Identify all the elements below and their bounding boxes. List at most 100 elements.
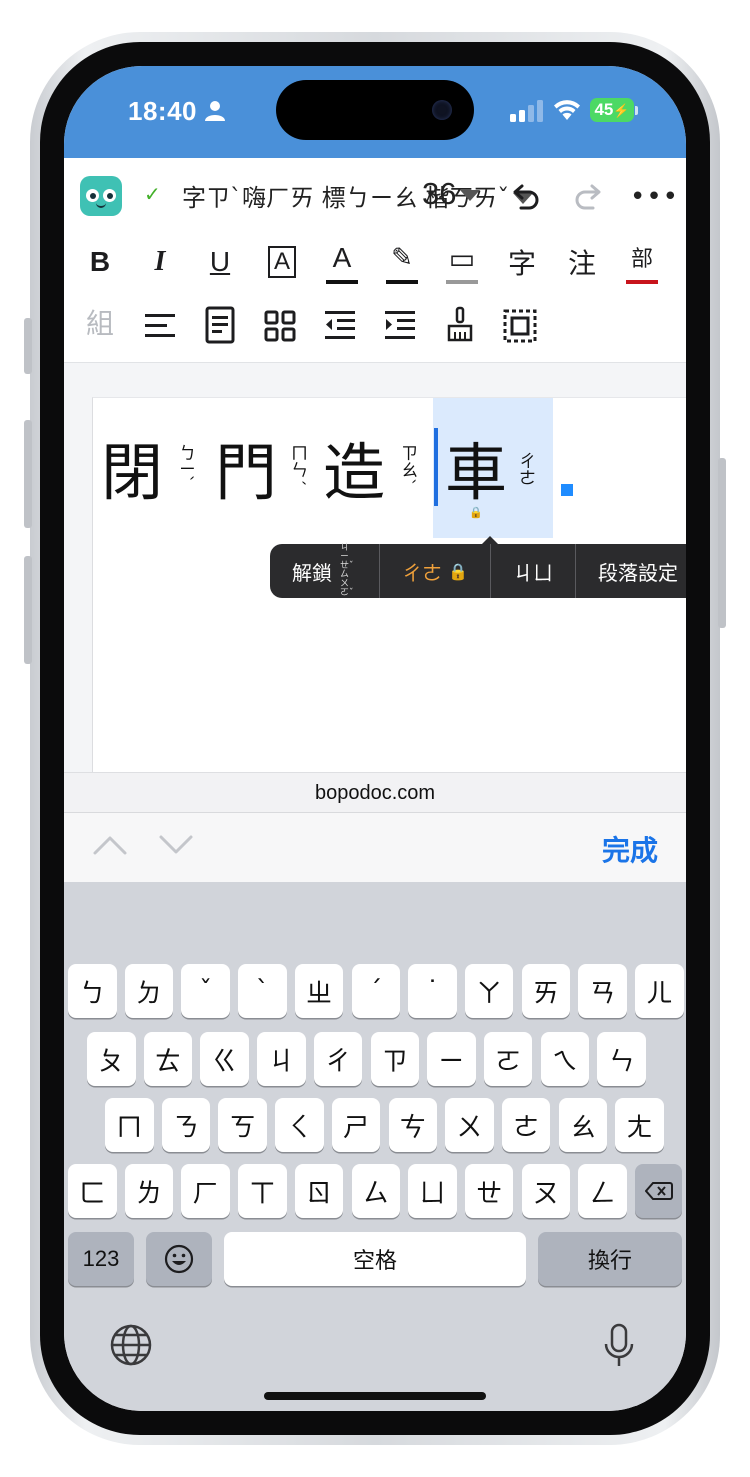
key[interactable]: ˋ [238,964,287,1018]
key[interactable]: ㄔ [313,1032,363,1086]
microphone-icon[interactable] [602,1322,636,1370]
key[interactable]: ㄦ [635,964,684,1018]
font-color-button[interactable]: A [320,238,364,286]
outdent-icon[interactable] [320,306,360,346]
more-icon[interactable]: ••• [630,182,679,212]
key[interactable]: ㄟ [540,1032,590,1086]
underline-button[interactable]: U [198,238,242,286]
key[interactable]: ㄋ [161,1098,211,1152]
doc-zhuyin: ㄅㄧˋ [175,444,195,484]
clear-format-brush-icon[interactable] [440,304,480,346]
globe-icon[interactable] [108,1322,154,1368]
chevron-down-icon[interactable] [158,829,194,859]
indent-icon[interactable] [380,306,420,346]
return-key[interactable]: 換行 [538,1232,682,1286]
key[interactable]: ㄖ [294,1164,344,1218]
doc-char[interactable]: 門 [215,422,277,512]
highlight-button[interactable]: ✎ [380,238,424,286]
app-toolbar: ✓ 字ㄗˋ嗨ㄏㄞ 標ㄅㄧㄠ 楷ㄎㄞˇ 36 ••• [64,158,686,240]
doc-char[interactable]: 造 [323,422,385,512]
chevron-down-icon [460,190,481,202]
key[interactable]: ㄓ [294,964,344,1018]
align-left-icon[interactable] [140,306,180,346]
key[interactable]: ㄎ [218,1098,267,1152]
unlock-menu-item[interactable]: 解鎖 ㄐㄧㄝˇ ㄙㄨㄛˇ [270,544,381,598]
key[interactable]: ㄩ [408,1164,457,1218]
group-button[interactable]: 組 [78,298,122,346]
text-box-button[interactable]: A [260,238,304,286]
done-button[interactable]: 完成 [602,829,658,869]
doc-char[interactable]: 閉 [101,422,163,512]
selection-handle[interactable] [561,484,573,496]
locked-reading-menu-item[interactable]: ㄔㄜ 🔒 [380,544,491,598]
emoji-key[interactable] [146,1232,212,1286]
key[interactable]: ㄜ [501,1098,551,1152]
bold-button[interactable]: B [78,238,122,286]
key[interactable]: ㄠ [558,1098,608,1152]
key[interactable]: ㄑ [275,1098,324,1152]
key[interactable]: ˙ [408,964,457,1018]
key[interactable]: ㄇ [105,1098,154,1152]
key[interactable]: ㄚ [464,964,514,1018]
numbers-key[interactable]: 123 [68,1232,134,1286]
key[interactable]: ㄏ [181,1164,230,1218]
key[interactable]: ㄥ [578,1164,627,1218]
select-all-icon[interactable] [500,306,540,346]
key[interactable]: ㄞ [521,964,571,1018]
camera-icon [432,100,452,120]
character-button[interactable]: 字 [500,238,544,286]
key[interactable]: ㄊ [143,1032,193,1086]
key[interactable]: ㄅ [68,964,117,1018]
app-logo-icon[interactable] [80,176,122,216]
home-indicator [264,1392,486,1400]
alt-reading-menu-item[interactable]: ㄐㄩ [491,544,576,598]
zhuyin-keyboard: ㄅㄉ ˇ ˋ ㄓ ˊ ˙ ㄚㄞㄢㄦㄆㄊㄍㄐㄔㄗㄧㄛㄟㄣㄇㄋㄎㄑㄕㄘㄨㄜㄠㄤㄈㄌㄏㄒㄖㄙㄩㄝㄡ… [64,882,686,1411]
radical-button[interactable]: 部 [620,238,664,286]
undo-icon[interactable] [512,182,542,212]
key[interactable]: ˇ [181,964,230,1018]
grid-icon[interactable] [260,306,300,346]
person-icon [205,101,225,121]
font-size-select[interactable]: 36 [422,176,481,212]
volume-up-button [24,420,32,528]
key[interactable]: ㄣ [597,1032,646,1086]
key[interactable]: ㄘ [388,1098,437,1152]
key[interactable]: ㄈ [68,1164,117,1218]
key[interactable]: ㄍ [200,1032,249,1086]
key[interactable]: ㄤ [615,1098,664,1152]
key[interactable]: ㄡ [521,1164,571,1218]
phonetic-button[interactable]: 注 [560,238,604,286]
key[interactable]: ㄢ [578,964,627,1018]
key[interactable]: ㄝ [464,1164,514,1218]
chevron-up-icon[interactable] [92,829,128,859]
character-label: 字 [507,247,536,280]
font-size-value: 36 [422,176,457,211]
key[interactable]: ㄗ [370,1032,419,1086]
key[interactable]: ㄉ [124,964,174,1018]
battery-indicator: 45⚡ [590,98,634,122]
key[interactable]: ㄐ [257,1032,306,1086]
doc-char-selected[interactable]: 車 [445,422,507,512]
page-icon[interactable] [200,304,240,346]
url-bar[interactable]: bopodoc.com [64,772,686,812]
redo-icon[interactable] [572,182,602,212]
italic-button[interactable]: I [138,238,182,286]
delete-key[interactable] [635,1164,682,1218]
key[interactable]: ㄒ [238,1164,287,1218]
battery-level: 45 [594,100,614,119]
space-key[interactable]: 空格 [224,1232,526,1286]
border-color-swatch [446,280,478,284]
border-button[interactable]: ▭ [440,238,484,286]
key[interactable]: ㄨ [445,1098,494,1152]
key[interactable]: ㄌ [124,1164,174,1218]
key[interactable]: ㄧ [427,1032,476,1086]
mute-switch [24,318,32,374]
key[interactable]: ㄛ [483,1032,533,1086]
key[interactable]: ㄆ [87,1032,136,1086]
font-family-select[interactable]: 字ㄗˋ嗨ㄏㄞ 標ㄅㄧㄠ 楷ㄎㄞˇ [182,178,534,213]
key[interactable]: ˊ [351,964,400,1018]
key[interactable]: ㄙ [351,1164,400,1218]
highlight-color-swatch [386,280,418,284]
key[interactable]: ㄕ [331,1098,381,1152]
paragraph-settings-menu-item[interactable]: 段落設定 [576,544,686,598]
